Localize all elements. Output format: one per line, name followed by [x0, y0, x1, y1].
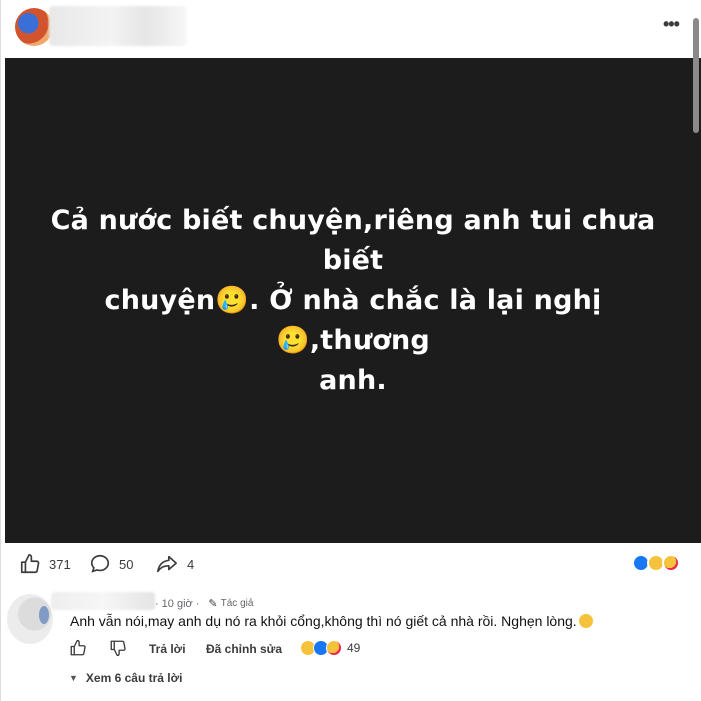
comment-meta: · 10 giờ · ✎ Tác giả	[155, 597, 254, 611]
crying-emoji-icon	[578, 614, 593, 628]
more-options-icon[interactable]: •••	[663, 15, 685, 35]
chevron-down-icon: ▼	[69, 673, 78, 683]
comment-text: Anh vẫn nói,may anh dụ nó ra khỏi cổng,k…	[70, 613, 593, 629]
comment-button[interactable]: 50	[89, 552, 133, 576]
pen-icon: ✎	[208, 598, 218, 610]
commenter-name-blurred[interactable]	[51, 592, 155, 610]
comment-bubble-icon	[90, 554, 110, 573]
comment-dislike-button[interactable]	[109, 639, 127, 662]
thumbs-up-icon	[70, 639, 86, 656]
care-reaction-icon	[662, 554, 680, 572]
comment-count: 50	[119, 556, 134, 572]
author-badge: Tác giả	[220, 598, 254, 609]
view-replies-link[interactable]: ▼ Xem 6 câu trả lời	[69, 671, 183, 685]
thumbs-down-icon	[110, 640, 126, 657]
comment-reaction-count: 49	[347, 641, 361, 655]
comment-edited-label[interactable]: Đã chỉnh sửa	[206, 642, 282, 656]
post-action-bar: 371 50 4	[1, 548, 691, 580]
author-avatar[interactable]	[15, 8, 53, 46]
post-header: •••	[1, 0, 691, 58]
facebook-post: ••• Cả nước biết chuyện,riêng anh tui ch…	[0, 0, 701, 701]
post-image-text: Cả nước biết chuyện,riêng anh tui chưa b…	[50, 204, 656, 396]
comment-time[interactable]: 10 giờ	[162, 598, 193, 610]
comment-body: Anh vẫn nói,may anh dụ nó ra khỏi cổng,k…	[70, 613, 577, 629]
view-replies-label: Xem 6 câu trả lời	[85, 671, 183, 685]
thumbs-up-icon	[20, 554, 40, 574]
share-count: 4	[187, 556, 195, 572]
share-arrow-icon	[157, 555, 177, 573]
comment-reactions-summary[interactable]: 49	[300, 640, 361, 656]
post-image[interactable]: Cả nước biết chuyện,riêng anh tui chưa b…	[5, 58, 701, 543]
like-button[interactable]: 371	[19, 552, 71, 576]
care-reaction-icon	[326, 640, 342, 656]
comment-like-button[interactable]	[69, 639, 87, 662]
meta-dot: ·	[155, 597, 159, 610]
scrollbar[interactable]	[691, 0, 701, 701]
share-button[interactable]: 4	[155, 552, 194, 576]
scrollbar-thumb[interactable]	[693, 18, 699, 133]
like-count: 371	[49, 556, 71, 572]
comment-reply-button[interactable]: Trả lời	[149, 642, 186, 656]
commenter-avatar[interactable]	[7, 594, 53, 644]
author-name-blurred[interactable]	[49, 6, 187, 46]
meta-dot: ·	[195, 597, 200, 610]
post-reactions-summary[interactable]	[632, 554, 680, 572]
